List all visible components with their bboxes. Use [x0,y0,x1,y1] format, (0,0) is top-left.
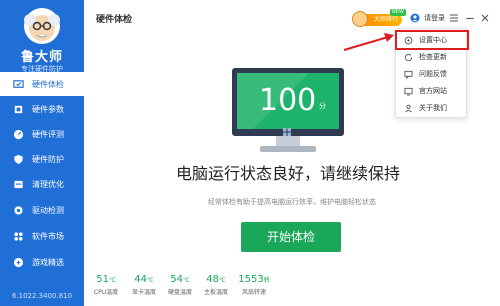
monitor-base [260,146,316,152]
menu-item-website[interactable]: 官方网站 [396,82,468,100]
tip-text: 经常体检有助于提高电脑运行效率，维护电脑轻松状态 [208,198,376,206]
menu-item-label: 问题反馈 [419,70,447,78]
score-monitor: 100 分 [232,68,344,154]
menu-item-feedback[interactable]: 问题反馈 [396,65,468,83]
score-unit: 分 [319,102,326,110]
metric-value: 44 [134,274,147,285]
metric-fan-speed: 1553转 风扇转速 [232,274,276,296]
menu-item-label: 检查更新 [419,53,447,61]
master-rank-button[interactable]: 大师排行 NEW [352,9,406,27]
sidebar-item-software-market[interactable]: 软件市场 [0,224,84,248]
menu-item-settings[interactable]: 设置中心 [395,30,469,50]
sidebar-item-label: 驱动检测 [32,205,64,215]
status-message: 电脑运行状态良好，请继续保持 [0,160,500,184]
metric-value: 1553 [238,274,264,285]
login-label: 请登录 [424,14,445,22]
menu-item-label: 官方网站 [419,87,447,95]
metric-unit: 转 [263,277,270,284]
sidebar-item-driver-check[interactable]: 驱动检测 [0,198,84,222]
metric-unit: ℃ [218,277,226,284]
windows-logo-icon [283,128,291,136]
gamepad-icon [12,256,24,268]
monitor-check-icon [12,78,24,90]
sidebar-item-label: 硬件体检 [32,79,64,89]
menu-item-about[interactable]: 关于我们 [396,99,468,117]
metric-value: 51 [96,274,109,285]
website-icon [404,87,413,96]
apps-icon [12,230,24,242]
sidebar-item-label: 硬件参数 [32,104,64,114]
sidebar-item-hardware-params[interactable]: 硬件参数 [0,97,84,121]
refresh-icon [404,53,413,61]
metric-unit: ℃ [182,277,190,284]
login-button[interactable]: 请登录 [410,13,445,23]
sidebar-item-game-picks[interactable]: 游戏精选 [0,250,84,274]
version-text: 6.1022.3400.810 [11,292,73,300]
gear-icon [12,204,24,216]
user-avatar-icon [410,13,420,23]
page-title: 硬件体检 [96,15,133,25]
gauge-icon [12,128,24,140]
health-score: 100 [259,83,317,118]
settings-icon [404,36,413,44]
feedback-icon [404,70,413,79]
sidebar: 鲁大师 专注硬件防护 硬件体检 硬件参数 硬件评测 硬件防护 清理优化 驱动检测… [0,0,84,306]
sidebar-item-hardware-check[interactable]: 硬件体检 [0,72,84,96]
metric-value: 54 [170,274,183,285]
sidebar-item-hardware-benchmark[interactable]: 硬件评测 [0,122,84,146]
metric-unit: ℃ [108,277,116,284]
sidebar-item-label: 软件市场 [32,231,64,241]
menu-icon[interactable] [449,13,459,23]
metric-unit: ℃ [146,277,154,284]
red-arrow-annotation [343,33,394,51]
mascot-logo [24,8,60,44]
cpu-icon [12,103,24,115]
about-icon [405,104,412,112]
monitor-stand [276,136,300,146]
menu-item-check-update[interactable]: 检查更新 [396,48,468,66]
sidebar-item-label: 游戏精选 [32,257,64,267]
new-badge: NEW [390,9,406,16]
metric-value: 48 [206,274,219,285]
status-text: 电脑运行状态良好，请继续保持 [175,164,400,183]
monitor-screen: 100 分 [232,68,344,136]
brand-name: 鲁大师 [20,50,63,65]
sidebar-item-label: 硬件评测 [32,129,64,139]
minimize-icon[interactable] [465,13,475,23]
settings-dropdown-menu: 设置中心 检查更新 问题反馈 官方网站 关于我们 [395,28,469,118]
rank-avatar-icon [352,11,368,27]
metric-label: 风扇转速 [241,289,266,296]
start-check-button[interactable]: 开始体检 [241,222,341,252]
menu-item-label: 设置中心 [419,36,447,44]
close-icon[interactable] [480,13,490,23]
menu-item-label: 关于我们 [419,104,447,112]
